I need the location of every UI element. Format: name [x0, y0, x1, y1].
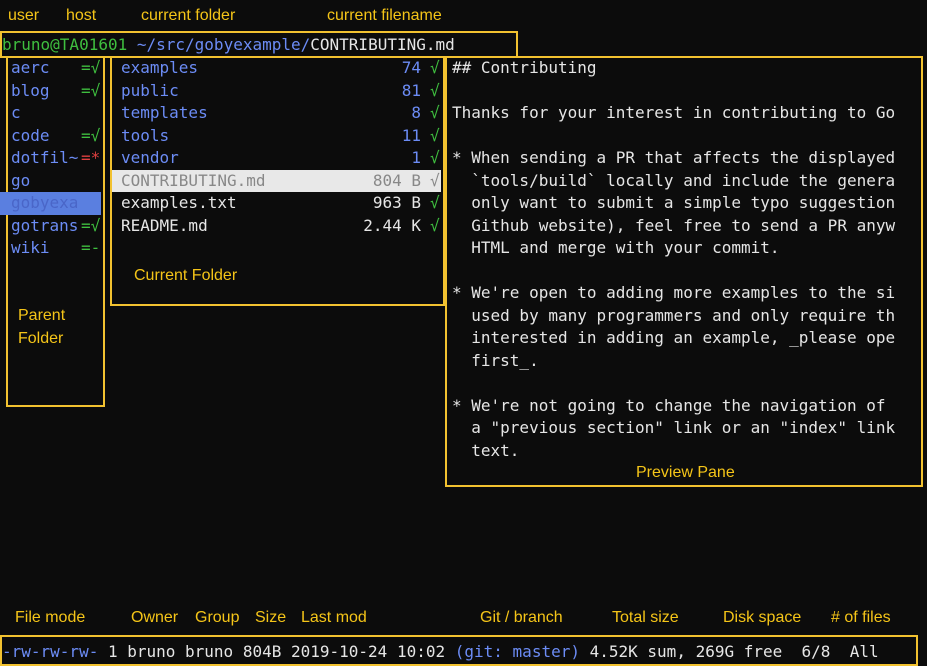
file-item[interactable]: examples.txt 963 B √ — [112, 192, 441, 215]
preview-line: interested in adding an example, _please… — [452, 328, 896, 347]
git-status-mark: √ — [430, 58, 440, 77]
status-line: -rw-rw-rw- 1 bruno bruno 804B 2019-10-24… — [2, 641, 879, 664]
preview-line: * When sending a PR that affects the dis… — [452, 148, 896, 167]
item-size: 11 — [401, 125, 421, 145]
parent-folder-item[interactable]: gobyexa — [0, 192, 101, 215]
git-status-mark: √ — [430, 193, 440, 212]
status-file-mode: -rw-rw-rw- — [2, 642, 99, 661]
parent-folder-item[interactable]: dotfil~ =* — [0, 147, 101, 170]
item-size: 74 — [401, 58, 421, 77]
annotation-preview-pane: Preview Pane — [636, 464, 735, 481]
git-status-mark: √ — [430, 103, 440, 122]
parent-folder-item[interactable]: c — [0, 102, 101, 125]
git-status-mark: =√ — [81, 215, 101, 235]
parent-folder-item[interactable]: gotrans =√ — [0, 215, 101, 238]
preview-line: a "previous section" link or an "index" … — [452, 418, 896, 437]
item-size: 8 — [411, 103, 421, 122]
git-status-mark: =- — [81, 238, 101, 257]
file-item[interactable]: CONTRIBUTING.md 804 B √ — [112, 169, 441, 192]
annotation-host: host — [66, 7, 97, 24]
folder-item[interactable]: vendor 1 √ — [112, 147, 441, 170]
item-size: 81 — [401, 80, 421, 100]
preview-line — [452, 260, 912, 283]
git-status-mark: =√ — [81, 125, 101, 145]
annotation-current-filename: current filename — [327, 7, 442, 24]
git-status-mark: √ — [430, 170, 440, 190]
annotation-group: Group — [195, 609, 240, 626]
status-totals: 4.52K sum, 269G free 6/8 All — [579, 642, 879, 661]
preview-line: * We're not going to change the navigati… — [452, 395, 886, 415]
annotation-total-size: Total size — [612, 609, 679, 626]
parent-folder-item-name: go — [11, 170, 31, 190]
git-status-mark: √ — [430, 80, 440, 100]
parent-folder-item-name: aerc — [11, 58, 50, 77]
item-name: CONTRIBUTING.md — [121, 170, 266, 190]
preview-line: * We're open to adding more examples to … — [452, 283, 896, 302]
file-item[interactable]: README.md 2.44 K √ — [112, 215, 441, 238]
item-name: README.md — [121, 215, 208, 235]
parent-folder-item[interactable]: aerc =√ — [0, 57, 101, 80]
git-status-mark: =√ — [81, 80, 101, 100]
preview-line: text. — [452, 440, 520, 460]
preview-line: `tools/build` locally and include the ge… — [452, 170, 896, 190]
preview-text: ## Contributing Thanks for your interest… — [452, 57, 912, 462]
annotation-git-branch: Git / branch — [480, 609, 563, 626]
annotation-num-files: # of files — [831, 609, 891, 626]
parent-folder-item[interactable]: go — [0, 170, 101, 193]
annotation-user: user — [8, 7, 40, 24]
annotation-folder: Folder — [18, 330, 64, 347]
preview-line: ## Contributing — [452, 58, 597, 77]
preview-line: used by many programmers and only requir… — [452, 305, 896, 325]
item-size: 2.44 K — [363, 215, 421, 235]
item-name: public — [121, 80, 179, 100]
annotation-last-mod: Last mod — [301, 609, 367, 626]
preview-line — [452, 372, 912, 395]
folder-item[interactable]: templates 8 √ — [112, 102, 441, 125]
item-size: 1 — [411, 148, 421, 167]
preview-line: HTML and merge with your commit. — [452, 238, 780, 257]
git-status-mark: √ — [430, 215, 440, 235]
annotation-current-folder-pane: Current Folder — [134, 267, 238, 284]
parent-folder-item-name: wiki — [11, 238, 50, 257]
parent-folder-item[interactable]: blog =√ — [0, 80, 101, 103]
folder-item[interactable]: tools 11 √ — [112, 125, 441, 148]
preview-line: only want to submit a simple typo sugges… — [452, 193, 896, 212]
status-file-info: 1 bruno bruno 804B 2019-10-24 10:02 — [98, 642, 455, 661]
folder-item[interactable]: public 81 √ — [112, 80, 441, 103]
preview-line — [452, 80, 912, 103]
prompt-highlight-box — [0, 31, 518, 58]
git-status-mark: √ — [430, 125, 440, 145]
annotation-size: Size — [255, 609, 287, 626]
git-status-mark: =* — [81, 148, 101, 167]
parent-folder-item[interactable]: wiki =- — [0, 237, 101, 260]
parent-folder-item-name: dotfil~ — [11, 148, 79, 167]
preview-line — [452, 125, 912, 148]
item-size: 804 B — [372, 170, 421, 190]
parent-folder-item-name: gobyexa — [11, 193, 79, 212]
item-name: tools — [121, 125, 170, 145]
annotation-file-mode: File mode — [15, 609, 86, 626]
folder-item[interactable]: examples 74 √ — [112, 57, 441, 80]
item-name: examples — [121, 58, 199, 77]
annotation-disk-space: Disk space — [723, 609, 802, 626]
item-name: examples.txt — [121, 193, 237, 212]
item-name: vendor — [121, 148, 179, 167]
parent-folder-item-name: blog — [11, 80, 50, 100]
parent-folder-item[interactable]: code =√ — [0, 125, 101, 148]
item-size: 963 B — [372, 193, 421, 212]
git-status-mark: =√ — [81, 58, 101, 77]
preview-line: first_. — [452, 350, 539, 370]
item-name: templates — [121, 103, 208, 122]
annotation-current-folder: current folder — [141, 7, 236, 24]
parent-folder-item-name: code — [11, 125, 50, 145]
annotation-parent: Parent — [18, 307, 66, 324]
annotation-owner: Owner — [131, 609, 179, 626]
parent-folder-item-name: gotrans — [11, 215, 79, 235]
status-git-branch: (git: master) — [454, 642, 580, 661]
parent-folder-item-name: c — [11, 103, 21, 122]
preview-line: Thanks for your interest in contributing… — [452, 103, 896, 122]
preview-line: Github website), feel free to send a PR … — [452, 215, 896, 235]
git-status-mark: √ — [430, 148, 440, 167]
